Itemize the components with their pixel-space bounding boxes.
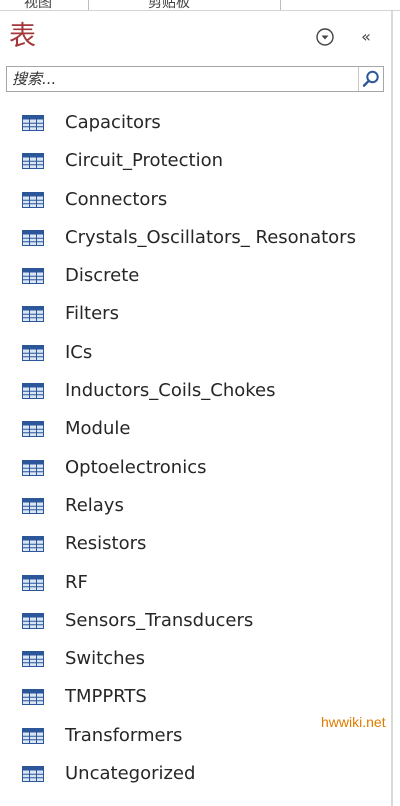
table-list-item-label: Relays <box>65 494 124 516</box>
table-list-item-label: Connectors <box>65 188 168 210</box>
table-list-item-label: Transformers <box>65 724 183 746</box>
table-list-item[interactable]: Optoelectronics <box>0 449 391 487</box>
table-list-item-label: ICs <box>65 341 93 363</box>
table-icon <box>22 689 44 706</box>
table-list-item[interactable]: Filters <box>0 295 391 333</box>
table-icon <box>22 383 44 400</box>
collapse-pane-button[interactable]: « <box>356 27 376 47</box>
table-icon <box>22 153 44 170</box>
search-icon <box>362 70 379 87</box>
ribbon-view-label[interactable]: 视图 <box>24 0 52 10</box>
table-list-item[interactable]: Inductors_Coils_Chokes <box>0 372 391 410</box>
ribbon-separator <box>280 0 281 10</box>
table-list-item[interactable]: Relays <box>0 487 391 525</box>
table-icon <box>22 306 44 323</box>
search-input[interactable] <box>7 67 362 91</box>
pane-title[interactable]: 表 <box>9 21 36 53</box>
table-list-item[interactable]: Capacitors <box>0 104 391 142</box>
table-icon <box>22 344 44 361</box>
table-list-item-label: TMPPRTS <box>65 686 147 708</box>
table-icon <box>22 268 44 285</box>
table-icon <box>22 651 44 668</box>
table-icon <box>22 497 44 514</box>
table-list-item[interactable]: Switches <box>0 640 391 678</box>
search-button[interactable] <box>358 67 383 91</box>
watermark: hwwiki.net <box>321 714 386 730</box>
table-list-item-label: Filters <box>65 303 119 325</box>
ribbon-fragment: 视图 剪贴板 <box>0 0 400 11</box>
pane-splitter[interactable] <box>391 11 393 806</box>
table-list-item[interactable]: Uncategorized <box>0 755 391 793</box>
pane-menu-button[interactable] <box>315 27 335 47</box>
table-icon <box>22 536 44 553</box>
dropdown-circle-icon <box>316 28 334 46</box>
pane-header: 表 « <box>0 11 391 63</box>
table-icon <box>22 229 44 246</box>
table-list-item[interactable]: Resistors <box>0 525 391 563</box>
table-icon <box>22 574 44 591</box>
table-icon <box>22 115 44 131</box>
table-list-item-label: Resistors <box>65 533 147 555</box>
table-list-item[interactable]: Discrete <box>0 257 391 295</box>
table-list-item-label: Crystals_Oscillators_ Resonators <box>65 226 356 248</box>
table-list-item[interactable]: RF <box>0 564 391 602</box>
table-list-item-label: RF <box>65 571 88 593</box>
table-icon <box>22 421 44 438</box>
table-list-item-label: Circuit_Protection <box>65 150 224 172</box>
access-navigation-window: 视图 剪贴板 表 « 搜索... Capacitors Circuit_Prot… <box>0 0 400 806</box>
table-icon <box>22 727 44 744</box>
table-list-item[interactable]: Connectors <box>0 181 391 219</box>
table-list: Capacitors Circuit_Protection Connectors Cr… <box>0 104 391 793</box>
table-list-item[interactable]: Crystals_Oscillators_ Resonators <box>0 219 391 257</box>
table-list-item-label: Sensors_Transducers <box>65 609 254 631</box>
table-list-item-label: Switches <box>65 648 145 670</box>
table-list-item[interactable]: ICs <box>0 334 391 372</box>
table-list-item-label: Optoelectronics <box>65 456 207 478</box>
table-icon <box>22 459 44 476</box>
table-icon <box>22 766 44 783</box>
table-list-item-label: Uncategorized <box>65 763 196 785</box>
navigation-pane: 表 « CapacitorsCircuit_ProtectionConnecto <box>0 11 391 806</box>
double-chevron-left-icon: « <box>361 27 371 46</box>
ribbon-clipboard-label[interactable]: 剪贴板 <box>148 0 190 10</box>
table-list-item-label: Module <box>65 418 131 440</box>
search-box <box>6 66 384 92</box>
table-list-item[interactable]: Sensors_Transducers <box>0 602 391 640</box>
table-list-item-label: Discrete <box>65 265 140 287</box>
table-list-item[interactable]: Circuit_Protection <box>0 142 391 180</box>
table-icon <box>22 612 44 629</box>
table-list-item[interactable]: Module <box>0 410 391 448</box>
table-list-item-label: Capacitors <box>65 112 161 133</box>
table-icon <box>22 191 44 208</box>
table-list-item-label: Inductors_Coils_Chokes <box>65 380 276 402</box>
table-list-item[interactable]: TMPPRTS <box>0 678 391 716</box>
ribbon-separator <box>88 0 89 10</box>
